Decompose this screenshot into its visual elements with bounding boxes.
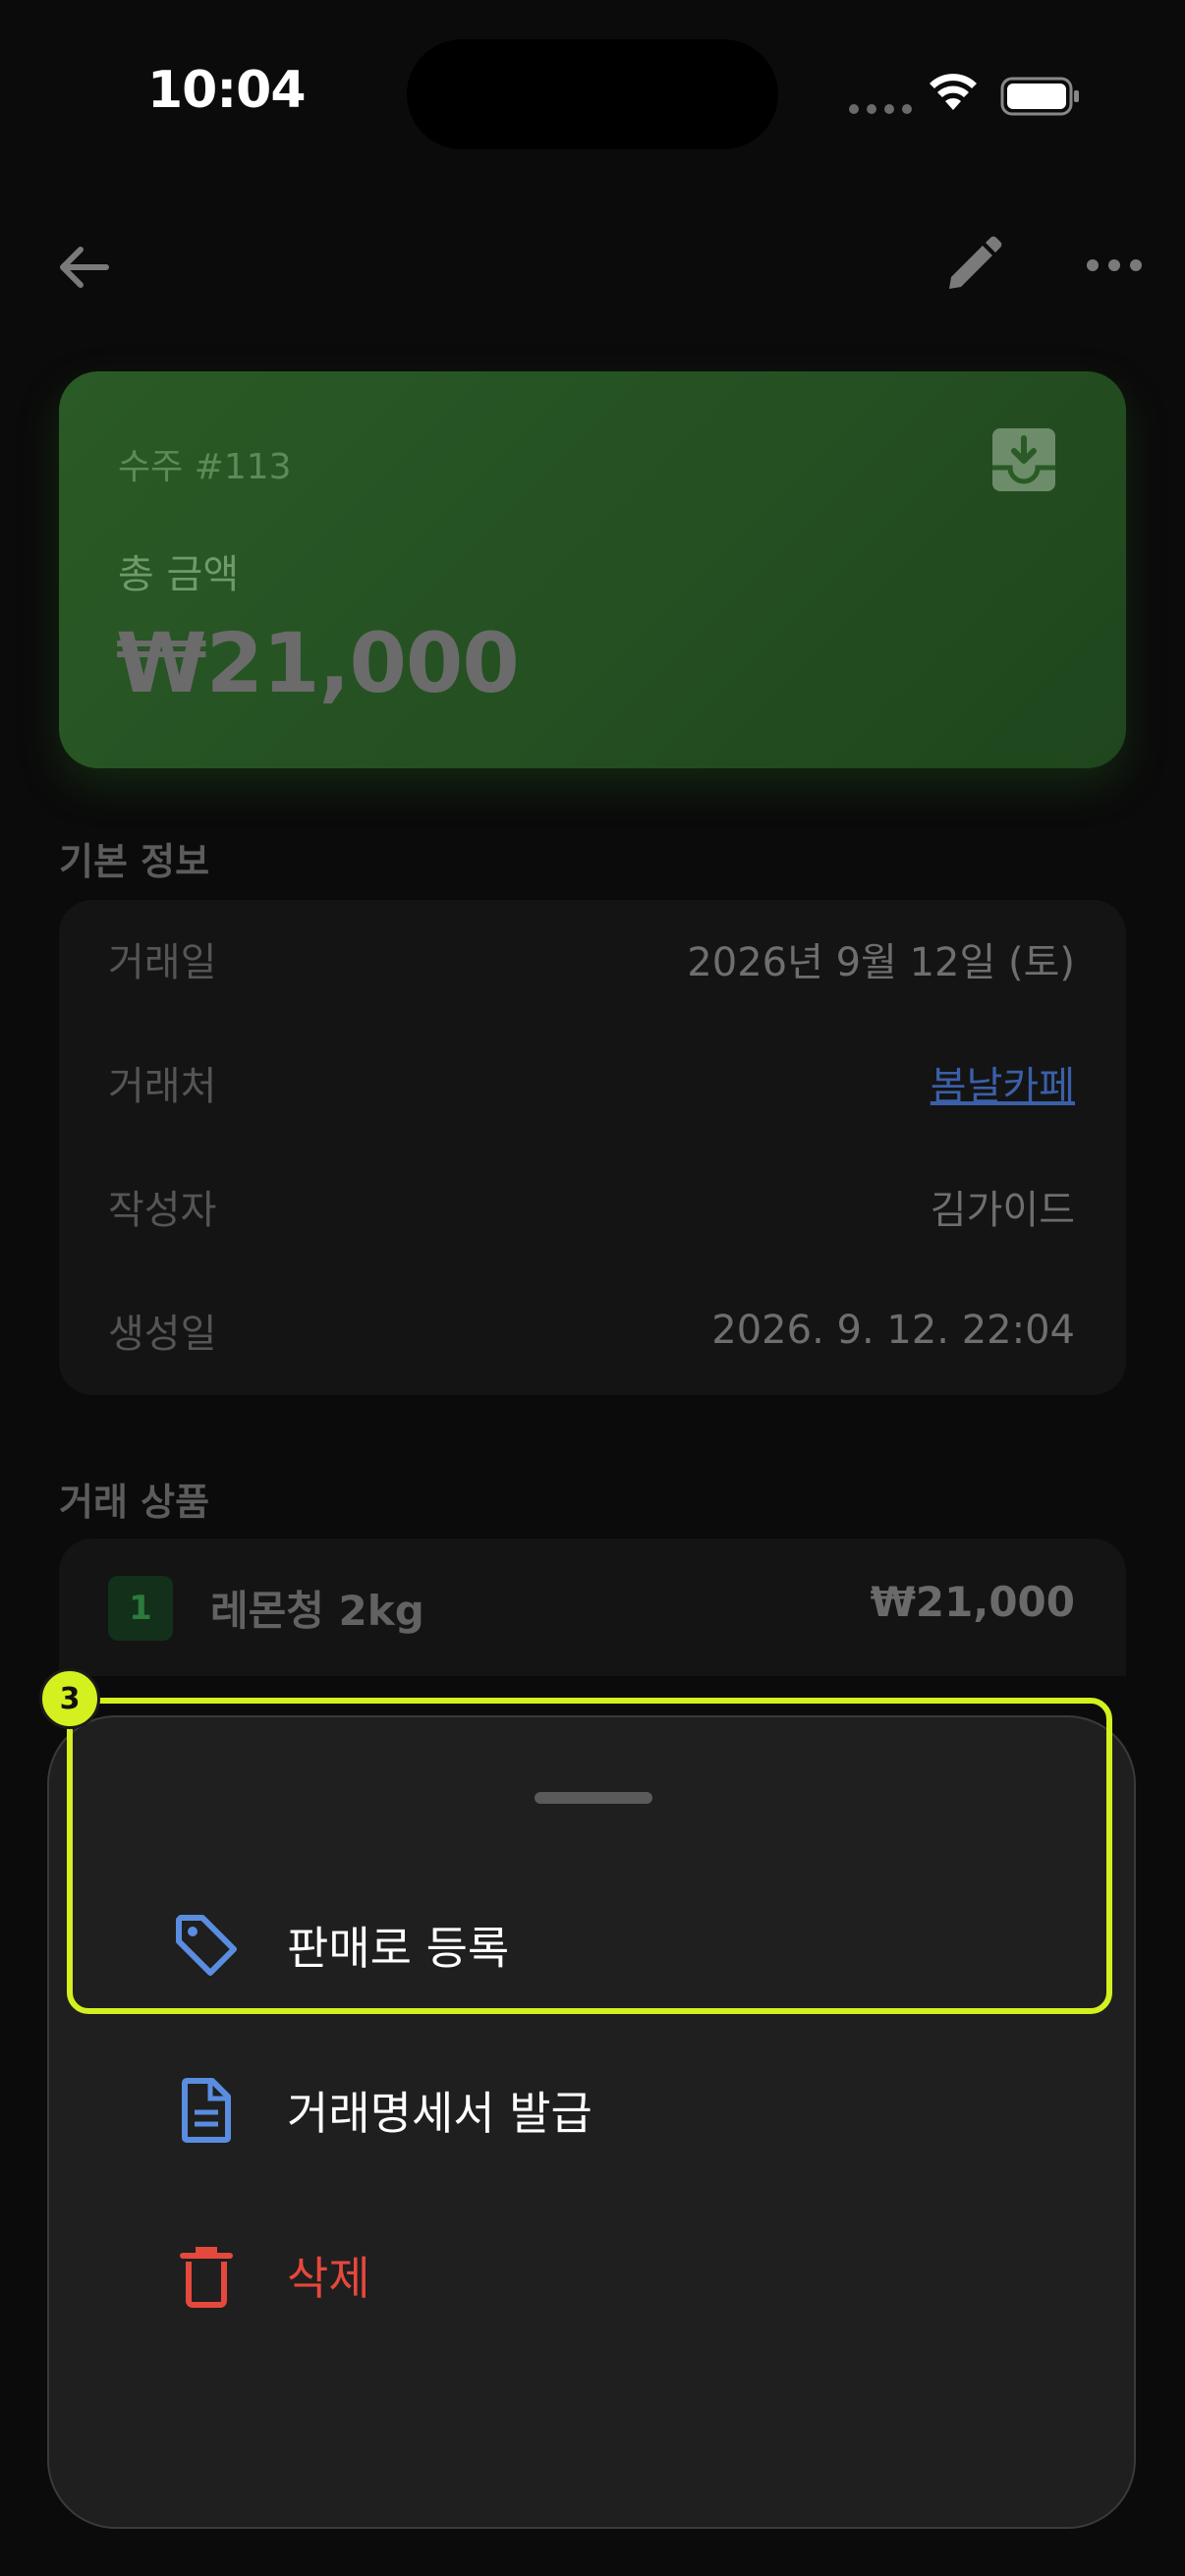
info-row-created: 생성일 2026. 9. 12. 22:04: [108, 1301, 1075, 1360]
item-index-badge: 1: [108, 1576, 173, 1641]
info-value: 김가이드: [930, 1188, 1075, 1233]
info-value: 2026. 9. 12. 22:04: [711, 1308, 1075, 1353]
wifi-icon: [930, 74, 977, 110]
dynamic-island: [407, 39, 778, 149]
info-row-author: 작성자 김가이드: [108, 1177, 1075, 1236]
menu-item-label: 삭제: [287, 2252, 370, 2305]
info-value: 2026년 9월 12일 (토): [687, 940, 1075, 985]
info-key: 작성자: [108, 1188, 217, 1233]
trash-icon: [180, 2247, 233, 2308]
total-amount-label: 총 금액: [118, 552, 240, 597]
more-options-button[interactable]: [1085, 244, 1144, 287]
order-number: 수주 #113: [118, 447, 292, 487]
basic-info-card: 거래일 2026년 9월 12일 (토) 거래처 봄날카페 작성자 김가이드 생…: [59, 900, 1126, 1395]
info-row-customer: 거래처 봄날카페: [108, 1053, 1075, 1112]
download-tray-icon[interactable]: [988, 424, 1059, 495]
customer-link[interactable]: 봄날카페: [931, 1054, 1075, 1111]
info-key: 거래일: [108, 940, 217, 985]
info-key: 거래처: [108, 1064, 217, 1109]
item-price: ₩21,000: [870, 1578, 1075, 1626]
back-button[interactable]: [51, 234, 118, 301]
info-row-date: 거래일 2026년 9월 12일 (토): [108, 929, 1075, 988]
edit-button[interactable]: [939, 232, 1006, 299]
document-icon: [182, 2078, 231, 2143]
basic-info-title: 기본 정보: [59, 840, 210, 883]
status-time: 10:04: [147, 61, 307, 120]
items-title: 거래 상품: [59, 1481, 210, 1524]
issue-statement-button[interactable]: 거래명세서 발급: [49, 2051, 1134, 2169]
order-total-card: 수주 #113 총 금액 ₩21,000: [59, 371, 1126, 768]
info-key: 생성일: [108, 1312, 217, 1357]
items-card: 1 레몬청 2kg ₩21,000: [59, 1539, 1126, 1676]
item-name: 레몬청 2kg: [210, 1587, 424, 1635]
delete-button[interactable]: 삭제: [49, 2216, 1134, 2334]
cellular-signal-icon: [849, 104, 912, 114]
battery-icon: [1000, 77, 1079, 116]
highlight-box: [67, 1698, 1112, 2014]
menu-item-label: 거래명세서 발급: [287, 2087, 592, 2140]
total-amount-value: ₩21,000: [116, 615, 520, 711]
annotation-badge: 3: [39, 1668, 100, 1729]
